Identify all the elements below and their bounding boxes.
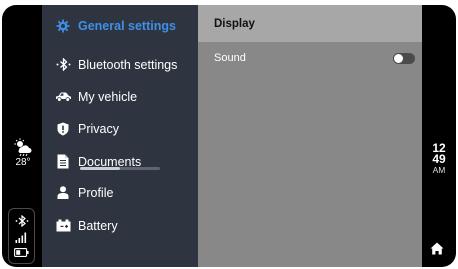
nav-item-label: Privacy [78, 121, 119, 136]
nav-item-general-settings[interactable]: General settings [42, 9, 198, 42]
right-status-rail: 12 49 AM [422, 5, 456, 267]
weather-widget[interactable]: 28° [8, 138, 38, 169]
nav-item-label: Bluetooth settings [78, 57, 178, 72]
gear-icon [56, 19, 70, 32]
setting-label: Sound [214, 52, 246, 64]
nav-item-profile[interactable]: Profile [42, 176, 198, 209]
clock-minute: 49 [432, 152, 446, 166]
device-frame: 28° General settings Bluetooth settings … [2, 5, 456, 267]
home-icon [430, 242, 444, 255]
documents-progress-bar [80, 167, 160, 170]
toggle-knob [394, 54, 403, 63]
battery-case-icon [56, 219, 70, 232]
temperature-label: 28° [15, 157, 31, 168]
nav-item-privacy[interactable]: Privacy [42, 112, 198, 145]
status-box [8, 208, 35, 264]
partly-cloudy-rain-icon [14, 138, 32, 156]
clock: 12 49 AM [422, 142, 456, 176]
nav-item-battery[interactable]: Battery [42, 209, 198, 242]
nav-item-bluetooth-settings[interactable]: Bluetooth settings [42, 48, 198, 81]
settings-content-panel: Display Sound [198, 5, 422, 267]
sound-toggle[interactable] [393, 53, 415, 64]
clock-ampm: AM [432, 165, 446, 175]
nav-item-label: General settings [78, 18, 176, 33]
section-header-label: Display [214, 17, 255, 30]
battery-icon [14, 247, 29, 257]
nav-item-label: Battery [78, 218, 118, 233]
bluetooth-icon [15, 215, 28, 228]
signal-bars-icon [15, 232, 27, 243]
documents-progress-fill [80, 167, 120, 170]
nav-item-label: Profile [78, 185, 114, 200]
home-button[interactable] [430, 242, 444, 260]
car-icon [55, 92, 71, 102]
nav-item-label: My vehicle [78, 89, 138, 104]
nav-item-documents[interactable]: Documents [42, 145, 198, 178]
section-header: Display [198, 5, 422, 42]
nav-item-my-vehicle[interactable]: My vehicle [42, 80, 198, 113]
left-status-rail: 28° [2, 5, 42, 267]
bluetooth-icon [56, 58, 70, 71]
shield-icon [57, 122, 69, 135]
document-icon [57, 154, 69, 169]
settings-nav: General settings Bluetooth settings My v… [42, 5, 198, 267]
setting-row-sound[interactable]: Sound [198, 46, 422, 70]
person-icon [57, 186, 69, 199]
